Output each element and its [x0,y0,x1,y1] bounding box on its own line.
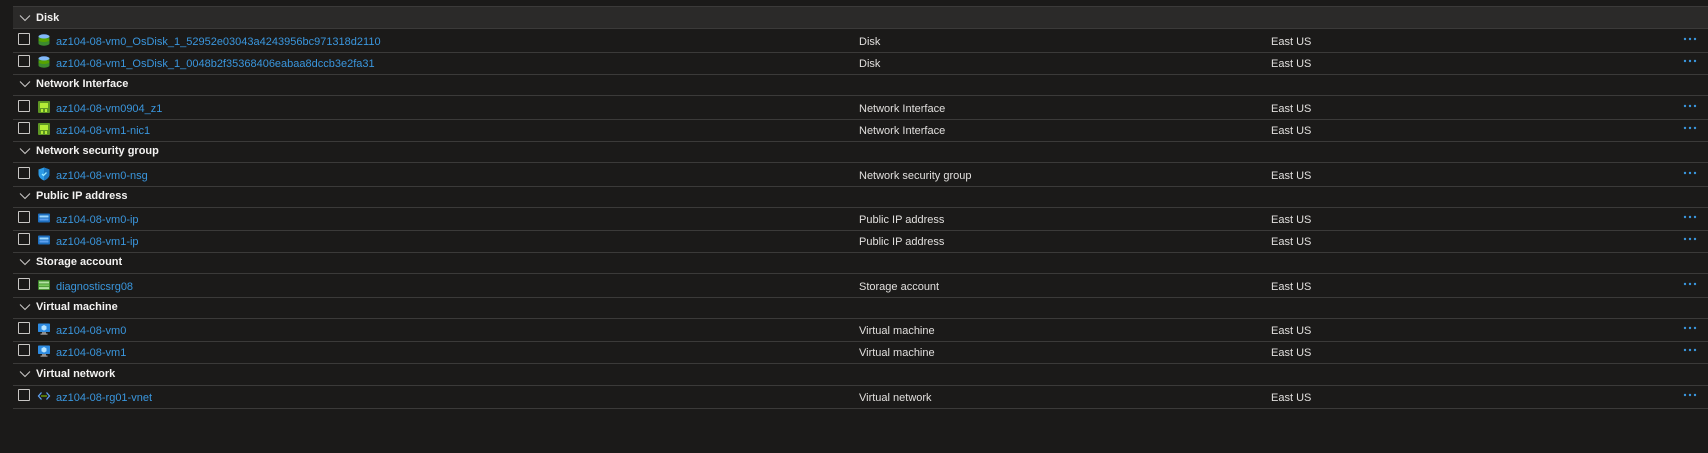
more-actions-icon[interactable] [1682,210,1698,224]
resource-type: Public IP address [859,214,945,226]
group-title: Network Interface [36,78,129,90]
group-header[interactable]: Public IP address [13,185,1708,208]
disk-icon [37,55,51,69]
group-title: Virtual machine [36,301,118,313]
network-interface-icon [37,122,51,136]
chevron-down-icon[interactable] [18,144,32,158]
resource-location: East US [1271,170,1312,182]
table-row: az104-08-rg01-vnet Virtual network East US [13,385,1708,409]
row-checkbox[interactable] [18,233,30,245]
resource-type: Virtual network [859,392,932,404]
resource-location: East US [1271,214,1312,226]
group-header[interactable]: Virtual machine [13,296,1708,319]
resource-name-link[interactable]: az104-08-vm0 [56,325,126,337]
chevron-down-icon[interactable] [18,255,32,269]
resource-type: Virtual machine [859,347,935,359]
resource-type: Network Interface [859,103,946,115]
group-title: Virtual network [36,368,116,380]
table-row: az104-08-vm0_OsDisk_1_52952e03043a424395… [13,29,1708,53]
table-row: diagnosticsrg08 Storage account East US [13,274,1708,298]
group-header[interactable]: Storage account [13,251,1708,274]
group-header[interactable]: Virtual network [13,363,1708,386]
public-ip-icon [37,211,51,225]
table-row: az104-08-vm1 Virtual machine East US [13,340,1708,364]
table-row: az104-08-vm1_OsDisk_1_0048b2f35368406eab… [13,51,1708,75]
chevron-down-icon[interactable] [18,300,32,314]
resource-type: Network security group [859,170,972,182]
shield-icon [37,167,51,181]
more-actions-icon[interactable] [1682,32,1698,46]
more-actions-icon[interactable] [1682,277,1698,291]
table-row: az104-08-vm0-nsg Network security group Ea… [13,163,1708,187]
row-checkbox[interactable] [18,55,30,67]
chevron-down-icon[interactable] [18,11,32,25]
group-title: Public IP address [36,190,128,202]
resource-name-link[interactable]: diagnosticsrg08 [56,281,133,293]
row-checkbox[interactable] [18,389,30,401]
resource-type: Disk [859,36,881,48]
table-row: az104-08-vm0904_z1 Network Interface East … [13,96,1708,120]
row-checkbox[interactable] [18,100,30,112]
group-title: Network security group [36,145,159,157]
more-actions-icon[interactable] [1682,121,1698,135]
virtual-machine-icon [37,322,51,336]
row-checkbox[interactable] [18,167,30,179]
group-header[interactable]: Network Interface [13,73,1708,96]
resource-location: East US [1271,347,1312,359]
resource-type: Disk [859,58,881,70]
chevron-down-icon[interactable] [18,367,32,381]
table-row: az104-08-vm1-nic1 Network Interface East U… [13,118,1708,142]
group-title: Disk [36,11,60,24]
virtual-machine-icon [37,344,51,358]
resource-location: East US [1271,36,1312,48]
public-ip-icon [37,233,51,247]
resource-location: East US [1271,236,1312,248]
more-actions-icon[interactable] [1682,166,1698,180]
more-actions-icon[interactable] [1682,54,1698,68]
more-actions-icon[interactable] [1682,343,1698,357]
network-interface-icon [37,100,51,114]
storage-account-icon [37,278,51,292]
resource-type: Virtual machine [859,325,935,337]
resource-location: East US [1271,125,1312,137]
more-actions-icon[interactable] [1682,321,1698,335]
resource-location: East US [1271,325,1312,337]
resource-name-link[interactable]: az104-08-vm1 [56,347,126,359]
row-checkbox[interactable] [18,33,30,45]
resource-name-link[interactable]: az104-08-vm0-nsg [56,170,148,182]
table-row: az104-08-vm1-ip Public IP address East US [13,229,1708,253]
disk-icon [37,33,51,47]
resource-location: East US [1271,103,1312,115]
resource-type: Storage account [859,281,940,293]
resource-location: East US [1271,58,1312,70]
resource-name-link[interactable]: az104-08-vm0904_z1 [56,103,162,115]
group-title: Storage account [36,256,123,268]
row-checkbox[interactable] [18,322,30,334]
resource-name-link[interactable]: az104-08-vm0_OsDisk_1_52952e03043a424395… [56,36,381,48]
group-header[interactable]: Network security group [13,140,1708,163]
chevron-down-icon[interactable] [18,77,32,91]
group-header[interactable]: Disk [13,6,1708,29]
resource-name-link[interactable]: az104-08-vm1-nic1 [56,125,150,137]
resource-name-link[interactable]: az104-08-vm1_OsDisk_1_0048b2f35368406eab… [56,58,375,70]
resource-type: Public IP address [859,236,945,248]
resource-location: East US [1271,281,1312,293]
row-checkbox[interactable] [18,211,30,223]
resource-name-link[interactable]: az104-08-rg01-vnet [56,392,152,404]
resource-type: Network Interface [859,125,946,137]
chevron-down-icon[interactable] [18,189,32,203]
virtual-network-icon [37,389,51,403]
table-row: az104-08-vm0 Virtual machine East US [13,318,1708,342]
row-checkbox[interactable] [18,278,30,290]
row-checkbox[interactable] [18,344,30,356]
resource-name-link[interactable]: az104-08-vm1-ip [56,236,139,248]
more-actions-icon[interactable] [1682,99,1698,113]
more-actions-icon[interactable] [1682,232,1698,246]
resource-location: East US [1271,392,1312,404]
resource-name-link[interactable]: az104-08-vm0-ip [56,214,139,226]
table-row: az104-08-vm0-ip Public IP address East US [13,207,1708,231]
row-checkbox[interactable] [18,122,30,134]
more-actions-icon[interactable] [1682,388,1698,402]
